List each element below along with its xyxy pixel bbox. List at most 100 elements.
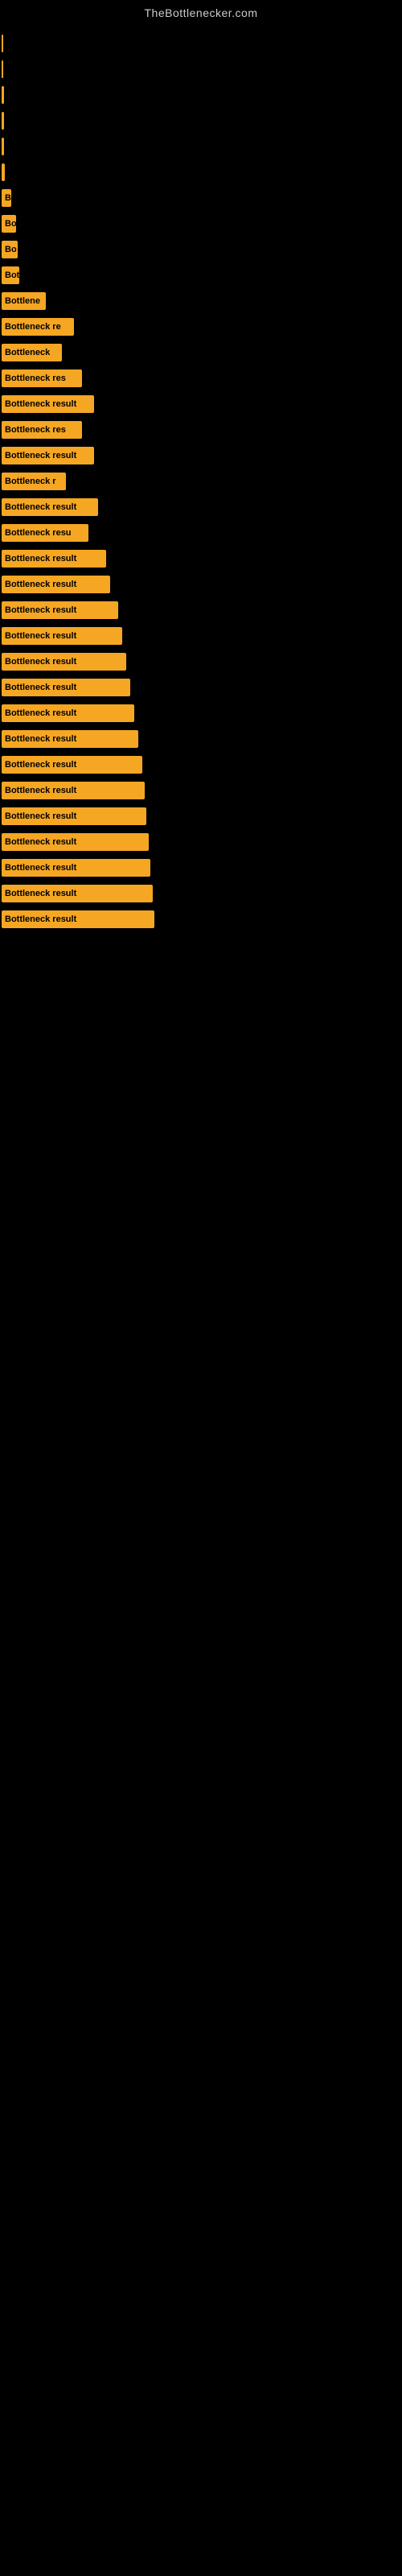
bar-row (0, 134, 402, 159)
bar-fill: Bottleneck result (2, 395, 94, 413)
bar-fill: B (2, 189, 11, 207)
bar-row: Bottleneck res (0, 417, 402, 443)
bar-row: Bottleneck re (0, 314, 402, 340)
bar-fill: Bottleneck result (2, 910, 154, 928)
bar-fill (2, 35, 3, 52)
bar-fill (2, 86, 4, 104)
bar-label: Bottleneck result (2, 863, 80, 873)
bar-row: Bottleneck result (0, 597, 402, 623)
bar-row: Bottleneck result (0, 881, 402, 906)
bar-fill: Bottleneck result (2, 653, 126, 671)
bar-label: Bottleneck result (2, 554, 80, 564)
bar-row: Bottleneck result (0, 494, 402, 520)
bar-label: Bottleneck result (2, 399, 80, 409)
bar-fill: Bottleneck result (2, 601, 118, 619)
bar-row: Bottleneck result (0, 546, 402, 572)
bar-fill: Bottlene (2, 292, 46, 310)
bar-fill: Bottleneck resu (2, 524, 88, 542)
bar-row: Bottlene (0, 288, 402, 314)
bar-label: Bottleneck res (2, 425, 69, 435)
bar-fill: Bottleneck result (2, 550, 106, 568)
bar-fill: Bottleneck result (2, 498, 98, 516)
bar-row: Bottleneck (0, 340, 402, 365)
bar-label: Bottleneck r (2, 477, 59, 486)
site-title: TheBottlenecker.com (0, 0, 402, 23)
bar-fill: Bot (2, 266, 19, 284)
bar-label: Bottleneck result (2, 605, 80, 615)
bar-label: Bottleneck result (2, 631, 80, 641)
bar-label: B (2, 193, 11, 203)
bar-fill: Bottleneck r (2, 473, 66, 490)
bar-row (0, 56, 402, 82)
bar-fill: Bottleneck result (2, 627, 122, 645)
bar-fill: Bottleneck result (2, 756, 142, 774)
bar-row (0, 159, 402, 185)
bar-label: Bottleneck result (2, 502, 80, 512)
bar-fill (2, 112, 4, 130)
bar-label: Bottleneck (2, 348, 53, 357)
bar-row: Bottleneck result (0, 829, 402, 855)
bar-fill (2, 138, 4, 155)
bar-fill: Bottleneck result (2, 807, 146, 825)
bar-row: Bottleneck result (0, 443, 402, 469)
bar-row: Bottleneck result (0, 572, 402, 597)
bar-fill: Bottleneck result (2, 576, 110, 593)
bar-label: Bottleneck result (2, 889, 80, 898)
bar-label: Bottleneck result (2, 760, 80, 770)
bar-row: Bot (0, 262, 402, 288)
bar-fill (2, 60, 3, 78)
bar-fill (2, 163, 5, 181)
bar-row: Bottleneck result (0, 803, 402, 829)
bar-fill: Bottleneck result (2, 679, 130, 696)
bar-row: Bottleneck result (0, 700, 402, 726)
bar-row: Bottleneck result (0, 752, 402, 778)
bar-row: Bottleneck result (0, 675, 402, 700)
bar-fill: Bottleneck re (2, 318, 74, 336)
bar-label: Bottlene (2, 296, 43, 306)
bar-row: Bottleneck r (0, 469, 402, 494)
bar-row: Bo (0, 211, 402, 237)
bar-label: Bottleneck result (2, 914, 80, 924)
bar-label: Bo (2, 245, 18, 254)
bar-row: Bottleneck result (0, 726, 402, 752)
bar-row: Bottleneck result (0, 623, 402, 649)
bar-label: Bo (2, 219, 16, 229)
bar-fill: Bottleneck res (2, 369, 82, 387)
bar-label: Bottleneck result (2, 580, 80, 589)
bar-fill: Bottleneck result (2, 447, 94, 464)
bar-row: B (0, 185, 402, 211)
bar-row (0, 31, 402, 56)
bar-label: Bottleneck res (2, 374, 69, 383)
bar-label: Bottleneck result (2, 451, 80, 460)
bar-fill: Bo (2, 215, 16, 233)
bar-row: Bottleneck result (0, 906, 402, 932)
bars-section: B Bo Bo Bot Bottlene Bottleneck re Bottleneck B… (0, 23, 402, 932)
bar-fill: Bottleneck result (2, 730, 138, 748)
bar-row (0, 108, 402, 134)
bar-label: Bottleneck result (2, 811, 80, 821)
bar-fill: Bottleneck res (2, 421, 82, 439)
bar-fill: Bo (2, 241, 18, 258)
bar-label: Bottleneck result (2, 657, 80, 667)
bar-fill: Bottleneck (2, 344, 62, 361)
bar-row: Bottleneck res (0, 365, 402, 391)
bar-row: Bottleneck result (0, 649, 402, 675)
bar-label: Bot (2, 270, 19, 280)
bar-label: Bottleneck result (2, 734, 80, 744)
bar-row: Bottleneck result (0, 391, 402, 417)
bar-label: Bottleneck result (2, 786, 80, 795)
bar-row: Bo (0, 237, 402, 262)
bar-fill: Bottleneck result (2, 833, 149, 851)
bar-label: Bottleneck resu (2, 528, 75, 538)
bar-fill: Bottleneck result (2, 782, 145, 799)
bar-row: Bottleneck result (0, 778, 402, 803)
bar-fill: Bottleneck result (2, 885, 153, 902)
bar-label: Bottleneck result (2, 683, 80, 692)
bar-label: Bottleneck result (2, 708, 80, 718)
bar-fill: Bottleneck result (2, 859, 150, 877)
bar-row (0, 82, 402, 108)
bar-label: Bottleneck result (2, 837, 80, 847)
bar-row: Bottleneck result (0, 855, 402, 881)
bar-label: Bottleneck re (2, 322, 64, 332)
bar-fill: Bottleneck result (2, 704, 134, 722)
